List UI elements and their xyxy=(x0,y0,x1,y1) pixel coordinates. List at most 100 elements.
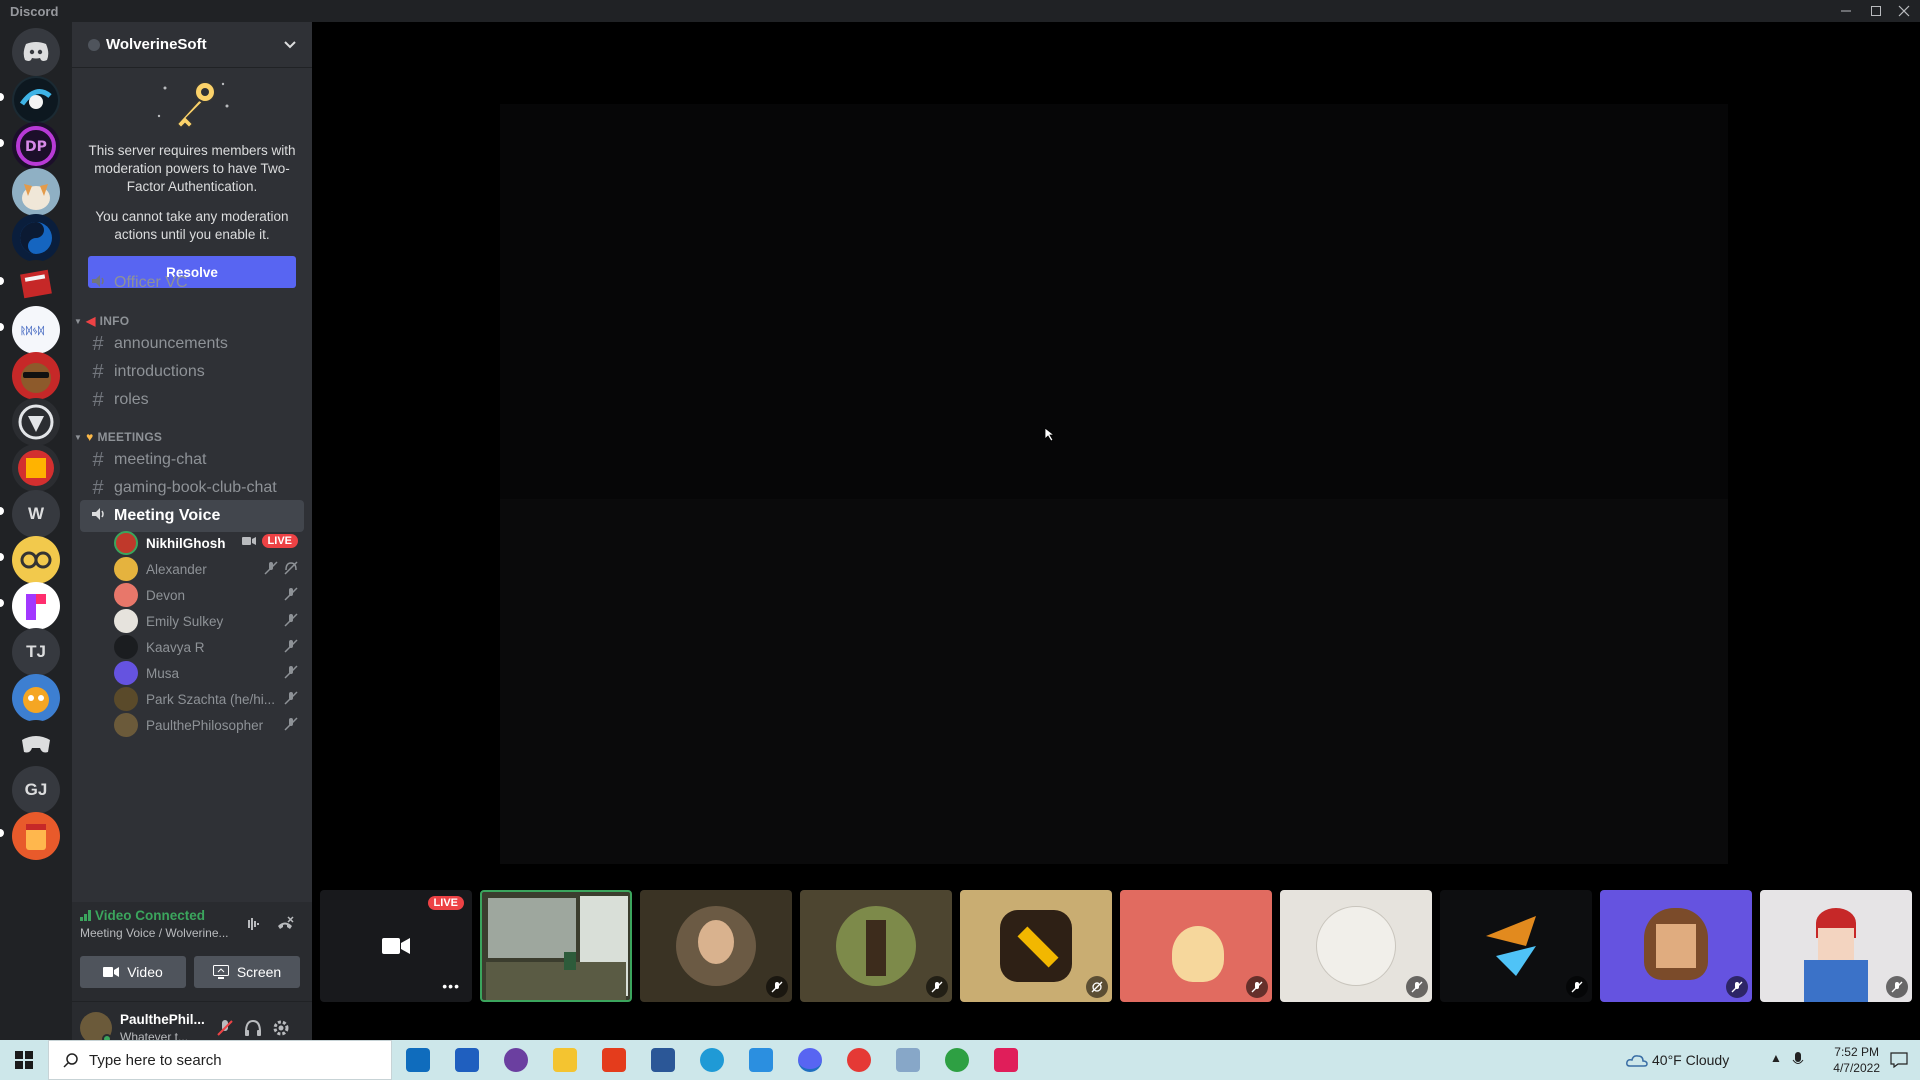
focused-stream[interactable] xyxy=(500,104,1728,864)
muted-mic-icon xyxy=(1406,976,1428,998)
chevron-up-icon[interactable]: ▲ xyxy=(1770,1051,1782,1065)
participant-tile[interactable] xyxy=(960,890,1112,1002)
username[interactable]: PaulthePhil... xyxy=(120,1012,205,1027)
server-icon[interactable] xyxy=(12,720,60,768)
voice-user[interactable]: Devon xyxy=(114,582,304,608)
slack-icon[interactable] xyxy=(994,1048,1018,1072)
voice-connection-panel: Video Connected Meeting Voice / Wolverin… xyxy=(72,902,312,1002)
participant-tile[interactable] xyxy=(1280,890,1432,1002)
server-icon[interactable] xyxy=(12,260,60,308)
app-icon[interactable] xyxy=(847,1048,871,1072)
screen-share-button[interactable]: Screen xyxy=(194,956,300,988)
close-icon[interactable] xyxy=(1886,0,1920,22)
voice-user[interactable]: Alexander xyxy=(114,556,304,582)
chrome-icon[interactable] xyxy=(945,1048,969,1072)
voice-user-name: NikhilGhosh xyxy=(146,535,226,551)
clock-date: 4/7/2022 xyxy=(1833,1061,1880,1075)
server-icon-w[interactable]: W xyxy=(12,490,60,538)
notification-icon[interactable] xyxy=(1890,1052,1908,1068)
title-bar: Discord xyxy=(0,0,1920,22)
noise-suppression-icon[interactable] xyxy=(244,916,262,932)
heart-icon: ♥ xyxy=(86,430,94,444)
microphone-icon[interactable] xyxy=(1792,1052,1804,1068)
server-icon[interactable] xyxy=(12,168,60,216)
muted-mic-icon[interactable] xyxy=(216,1019,234,1037)
participant-tile[interactable] xyxy=(640,890,792,1002)
avatar xyxy=(114,661,138,685)
server-icon[interactable] xyxy=(12,76,60,124)
office-icon[interactable] xyxy=(602,1048,626,1072)
screen-share-icon xyxy=(212,965,229,979)
server-icon[interactable] xyxy=(12,444,60,492)
participant-tile[interactable] xyxy=(800,890,952,1002)
muted-mic-icon xyxy=(284,613,298,627)
participant-tile[interactable] xyxy=(1120,890,1272,1002)
headphones-icon[interactable] xyxy=(244,1019,262,1037)
server-icon[interactable] xyxy=(12,398,60,446)
channel-name: meeting-chat xyxy=(114,451,207,468)
voice-user[interactable]: Kaavya R xyxy=(114,634,304,660)
speaker-icon xyxy=(88,272,108,295)
settings-gear-icon[interactable] xyxy=(272,1019,290,1037)
voice-channel-meeting-voice[interactable]: Meeting Voice xyxy=(80,500,304,532)
store-icon[interactable] xyxy=(406,1048,430,1072)
muted-mic-icon xyxy=(1726,976,1748,998)
windows-taskbar: Type here to search 40°F Cloudy ▲ 7:52 P… xyxy=(0,1040,1920,1080)
voice-user[interactable]: Park Szachta (he/hi... xyxy=(114,686,304,712)
word-icon[interactable] xyxy=(651,1048,675,1072)
speaker-icon xyxy=(88,505,108,528)
category-meetings[interactable]: ▼ ♥ MEETINGS xyxy=(74,430,162,444)
weather-text[interactable]: 40°F Cloudy xyxy=(1652,1052,1729,1068)
server-icon[interactable]: ᚱᛞᛃᛞ xyxy=(12,306,60,354)
discord-app: Discord DP ᚱᛞᛃᛞ W TJ GJ WolverineSoft Th… xyxy=(0,0,1920,1080)
video-button[interactable]: Video xyxy=(80,956,186,988)
server-icon-gj[interactable]: GJ xyxy=(12,766,60,814)
channel-roles[interactable]: # roles xyxy=(80,384,304,416)
category-info[interactable]: ▼ ◀ INFO xyxy=(74,314,129,328)
voice-user[interactable]: Musa xyxy=(114,660,304,686)
participant-tile-active[interactable] xyxy=(480,890,632,1002)
server-icon[interactable]: DP xyxy=(12,122,60,170)
disconnect-icon[interactable] xyxy=(276,916,294,932)
clock[interactable]: 7:52 PM 4/7/2022 xyxy=(1833,1044,1880,1076)
server-icon[interactable] xyxy=(12,536,60,584)
server-icon[interactable] xyxy=(12,674,60,722)
server-header[interactable]: WolverineSoft xyxy=(72,22,312,68)
voice-user[interactable]: PaulthePhilosopher xyxy=(114,712,304,738)
discord-taskbar-icon[interactable] xyxy=(798,1048,822,1072)
connection-location[interactable]: Meeting Voice / Wolverine... xyxy=(80,926,240,940)
taskbar-search[interactable]: Type here to search xyxy=(48,1040,392,1080)
more-options-icon[interactable]: ••• xyxy=(442,978,460,994)
voice-user[interactable]: Emily Sulkey xyxy=(114,608,304,634)
video-stage: LIVE ••• xyxy=(312,22,1920,1040)
status-text: Video Connected xyxy=(95,908,206,923)
podcast-icon[interactable] xyxy=(504,1048,528,1072)
muted-mic-icon xyxy=(1566,976,1588,998)
search-placeholder: Type here to search xyxy=(89,1051,222,1069)
participant-tile-stream[interactable]: LIVE ••• xyxy=(320,890,472,1002)
server-icon[interactable] xyxy=(12,812,60,860)
server-icon-tj[interactable]: TJ xyxy=(12,628,60,676)
server-icon[interactable] xyxy=(12,352,60,400)
app-icon[interactable] xyxy=(896,1048,920,1072)
file-explorer-icon[interactable] xyxy=(553,1048,577,1072)
system-tray: 40°F Cloudy ▲ 7:52 PM 4/7/2022 xyxy=(1620,1040,1920,1080)
participant-tile[interactable] xyxy=(1600,890,1752,1002)
voice-user[interactable]: NikhilGhosh LIVE xyxy=(114,530,304,556)
muted-mic-icon xyxy=(284,587,298,601)
voice-channel-officer-vc[interactable]: Officer VC xyxy=(80,267,304,299)
vscode-icon[interactable] xyxy=(749,1048,773,1072)
windows-start-icon[interactable] xyxy=(15,1051,33,1069)
server-icon[interactable] xyxy=(12,214,60,262)
participant-tile[interactable] xyxy=(1760,890,1912,1002)
mail-icon[interactable] xyxy=(455,1048,479,1072)
server-icon[interactable] xyxy=(12,582,60,630)
channel-name: Meeting Voice xyxy=(114,507,221,524)
participant-tile[interactable] xyxy=(1440,890,1592,1002)
channel-name: gaming-book-club-chat xyxy=(114,479,277,496)
voice-user-name: Alexander xyxy=(146,561,207,577)
home-icon[interactable] xyxy=(12,28,60,76)
channel-name: roles xyxy=(114,391,149,408)
edge-icon[interactable] xyxy=(700,1048,724,1072)
clock-time: 7:52 PM xyxy=(1834,1045,1879,1059)
